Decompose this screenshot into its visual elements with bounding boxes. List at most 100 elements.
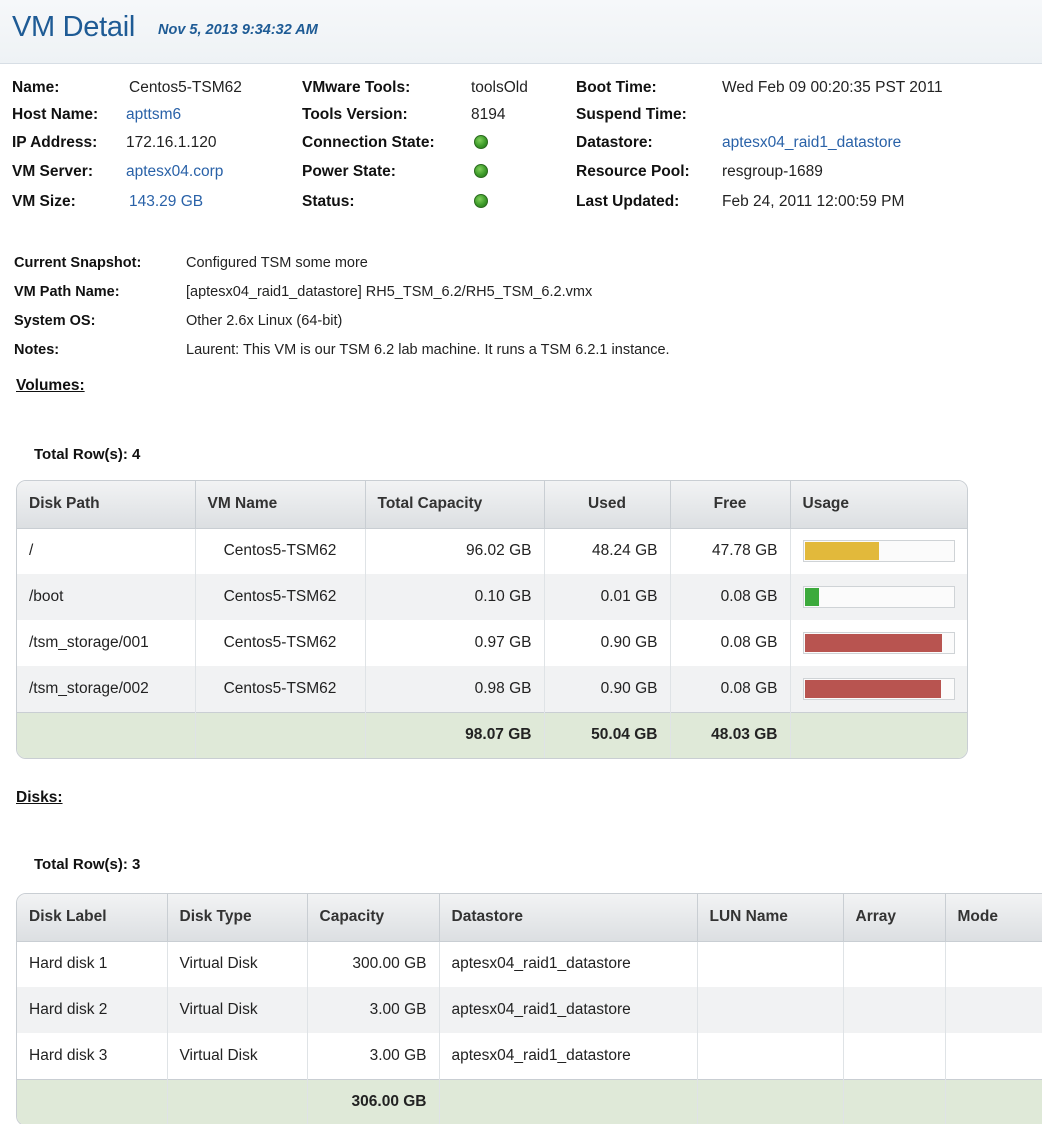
col-header-disk-type[interactable]: Disk Type: [167, 894, 308, 942]
col-header-usage[interactable]: Usage: [790, 481, 967, 529]
col-header-mode[interactable]: Mode: [945, 894, 1042, 942]
total-capacity-cell: 96.02 GB: [365, 528, 545, 574]
free-cell: 0.08 GB: [670, 666, 791, 712]
status-label: Status:: [302, 193, 355, 210]
mode-cell: [945, 941, 1042, 987]
datastore-label: Datastore:: [576, 134, 653, 151]
empty-cell: [17, 1078, 168, 1124]
table-row[interactable]: / Centos5-TSM62 96.02 GB 48.24 GB 47.78 …: [17, 528, 967, 574]
lun-name-cell: [697, 1033, 844, 1079]
datastore-link[interactable]: aptesx04_raid1_datastore: [439, 941, 698, 987]
capacity-sum: 306.00 GB: [307, 1078, 440, 1124]
disks-section-title: Disks:: [16, 789, 63, 806]
last-updated-value: Feb 24, 2011 12:00:59 PM: [722, 193, 905, 210]
connection-state-indicator-icon: [474, 135, 488, 149]
col-header-used[interactable]: Used: [544, 481, 671, 529]
resource-pool-label: Resource Pool:: [576, 163, 690, 180]
host-name-label: Host Name:: [12, 106, 99, 123]
totals-row: 306.00 GB: [17, 1078, 1042, 1124]
host-name-link[interactable]: apttsm6: [126, 106, 181, 124]
empty-cell: [843, 1078, 946, 1124]
datastore-link[interactable]: aptesx04_raid1_datastore: [722, 134, 901, 152]
power-state-label: Power State:: [302, 163, 396, 180]
usage-cell: [790, 574, 967, 620]
col-header-vm-name[interactable]: VM Name: [195, 481, 366, 529]
empty-cell: [17, 711, 196, 758]
usage-bar-fill: [804, 679, 941, 698]
table-row[interactable]: Hard disk 1 Virtual Disk 300.00 GB aptes…: [17, 941, 1042, 987]
disk-type-cell: Virtual Disk: [167, 941, 308, 987]
used-cell: 48.24 GB: [544, 528, 671, 574]
usage-bar-fill: [804, 542, 879, 561]
volumes-table: Disk Path VM Name Total Capacity Used Fr…: [16, 480, 968, 759]
free-cell: 0.08 GB: [670, 620, 791, 666]
capacity-cell: 3.00 GB: [307, 1033, 440, 1079]
table-row[interactable]: /tsm_storage/002 Centos5-TSM62 0.98 GB 0…: [17, 666, 967, 712]
used-cell: 0.01 GB: [544, 574, 671, 620]
totals-row: 98.07 GB 50.04 GB 48.03 GB: [17, 711, 967, 758]
tools-version-value: 8194: [471, 106, 506, 123]
name-value: Centos5-TSM62: [129, 79, 242, 96]
power-state-indicator-icon: [474, 164, 488, 178]
datastore-link[interactable]: aptesx04_raid1_datastore: [439, 987, 698, 1033]
total-capacity-cell: 0.98 GB: [365, 666, 545, 712]
vm-name-cell: Centos5-TSM62: [195, 666, 366, 712]
disk-type-cell: Virtual Disk: [167, 987, 308, 1033]
ip-address-value: 172.16.1.120: [126, 134, 217, 151]
capacity-cell: 300.00 GB: [307, 941, 440, 987]
col-header-datastore[interactable]: Datastore: [439, 894, 698, 942]
page-title: VM Detail: [12, 11, 135, 43]
vm-name-cell: Centos5-TSM62: [195, 620, 366, 666]
disk-label-cell: Hard disk 3: [17, 1033, 168, 1079]
connection-state-label: Connection State:: [302, 134, 435, 151]
table-row[interactable]: /tsm_storage/001 Centos5-TSM62 0.97 GB 0…: [17, 620, 967, 666]
col-header-disk-path[interactable]: Disk Path: [17, 481, 196, 529]
notes-value: Laurent: This VM is our TSM 6.2 lab mach…: [186, 342, 670, 358]
disks-table: Disk Label Disk Type Capacity Datastore …: [16, 893, 1042, 1124]
vm-path-name-label: VM Path Name:: [14, 284, 120, 300]
datastore-link[interactable]: aptesx04_raid1_datastore: [439, 1033, 698, 1079]
col-header-capacity[interactable]: Capacity: [307, 894, 440, 942]
disk-label-cell: Hard disk 1: [17, 941, 168, 987]
empty-cell: [945, 1078, 1042, 1124]
disk-path-cell: /tsm_storage/001: [17, 620, 196, 666]
vm-size-label: VM Size:: [12, 193, 76, 210]
volumes-row-count: Total Row(s): 4: [34, 446, 141, 463]
boot-time-value: Wed Feb 09 00:20:35 PST 2011: [722, 79, 943, 96]
table-row[interactable]: /boot Centos5-TSM62 0.10 GB 0.01 GB 0.08…: [17, 574, 967, 620]
disk-path-cell: /: [17, 528, 196, 574]
system-os-label: System OS:: [14, 313, 96, 329]
ip-address-label: IP Address:: [12, 134, 98, 151]
boot-time-label: Boot Time:: [576, 79, 657, 96]
vmware-tools-value: toolsOld: [471, 79, 528, 96]
array-cell: [843, 941, 946, 987]
vm-name-cell: Centos5-TSM62: [195, 574, 366, 620]
free-sum: 48.03 GB: [670, 711, 791, 758]
current-snapshot-label: Current Snapshot:: [14, 255, 142, 271]
usage-cell: [790, 620, 967, 666]
col-header-free[interactable]: Free: [670, 481, 791, 529]
empty-cell: [790, 711, 967, 758]
vm-server-label: VM Server:: [12, 163, 93, 180]
vm-server-link[interactable]: aptesx04.corp: [126, 163, 223, 181]
notes-label: Notes:: [14, 342, 60, 358]
usage-bar: [802, 540, 955, 563]
suspend-time-label: Suspend Time:: [576, 106, 687, 123]
disk-label-cell: Hard disk 2: [17, 987, 168, 1033]
col-header-total-capacity[interactable]: Total Capacity: [365, 481, 545, 529]
used-sum: 50.04 GB: [544, 711, 671, 758]
col-header-disk-label[interactable]: Disk Label: [17, 894, 168, 942]
total-capacity-sum: 98.07 GB: [365, 711, 545, 758]
vm-size-link[interactable]: 143.29 GB: [129, 193, 203, 211]
used-cell: 0.90 GB: [544, 620, 671, 666]
status-indicator-icon: [474, 194, 488, 208]
col-header-array[interactable]: Array: [843, 894, 946, 942]
disk-path-cell: /boot: [17, 574, 196, 620]
col-header-lun-name[interactable]: LUN Name: [697, 894, 844, 942]
table-row[interactable]: Hard disk 2 Virtual Disk 3.00 GB aptesx0…: [17, 987, 1042, 1033]
table-row[interactable]: Hard disk 3 Virtual Disk 3.00 GB aptesx0…: [17, 1033, 1042, 1079]
system-os-value: Other 2.6x Linux (64-bit): [186, 313, 343, 329]
empty-cell: [195, 711, 366, 758]
lun-name-cell: [697, 941, 844, 987]
empty-cell: [697, 1078, 844, 1124]
